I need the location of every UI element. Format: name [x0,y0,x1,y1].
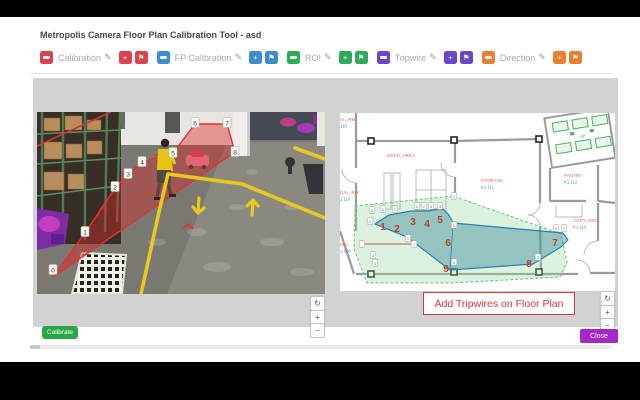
svg-text:6: 6 [445,238,451,249]
scrollbar-thumb[interactable] [30,345,40,349]
svg-text:COPY AREA: COPY AREA [573,218,600,223]
floorplan-panel[interactable]: UP OPEN_AREA STORAGE K1.111 PANTRY K1.112 COP… [340,113,615,291]
roi-label: ROI [305,53,321,63]
close-button[interactable]: Close [580,329,618,343]
fp-calibration-pin-button[interactable]: ⚑ [265,51,278,64]
svg-text:K1.111: K1.111 [481,185,495,190]
direction-visibility-icon[interactable] [482,51,495,64]
direction-add-button[interactable]: + [553,51,566,64]
svg-text:1: 1 [83,230,87,237]
toolbar-divider [30,73,612,74]
svg-text:0: 0 [51,268,55,275]
svg-text:3: 3 [410,217,416,228]
toolbar-group-direction: Direction ✎ + ⚑ [482,51,582,64]
roi-add-button[interactable]: + [339,51,352,64]
fp-calibration-visibility-icon[interactable] [157,51,170,64]
plan-reset-view-button[interactable]: ↻ [600,291,615,306]
toolbar-group-roi: ROI ✎ + ⚑ [287,51,368,64]
svg-text:PANTRY: PANTRY [564,173,582,178]
plan-stair-room: UP [544,113,615,168]
bottom-black-bar [0,362,640,400]
svg-text:8: 8 [233,150,237,157]
eye-icon [290,56,297,59]
calibration-label: Calibration [58,53,101,63]
svg-text:AL_RM: AL_RM [340,117,356,122]
roi-visibility-icon[interactable] [287,51,300,64]
direction-edit-pencil-icon[interactable]: ✎ [538,52,546,63]
tripwire-add-button[interactable]: + [444,51,457,64]
svg-text:1.110: 1.110 [340,197,351,202]
app-window: Metropolis Camera Floor Plan Calibration… [0,0,640,400]
fp-calibration-edit-pencil-icon[interactable]: ✎ [234,52,242,63]
svg-text:OPEN_AREA: OPEN_AREA [387,153,415,158]
svg-text:NEL: NEL [340,242,349,247]
roi-edit-pencil-icon[interactable]: ✎ [324,52,332,63]
calibration-visibility-icon[interactable] [40,51,53,64]
eye-icon [160,56,167,59]
svg-text:7: 7 [225,121,229,128]
calibration-pin-button[interactable]: ⚑ [135,51,148,64]
svg-text:K1.113: K1.113 [573,225,587,230]
stairs-up-label: UP [579,133,586,139]
svg-text:9: 9 [443,264,449,275]
camera-view[interactable]: 0 1 2 3 4 5 6 7 8 [37,112,325,294]
svg-text:K1.112: K1.112 [564,180,578,185]
svg-text:1: 1 [380,222,386,233]
camera-reset-view-button[interactable]: ↻ [310,296,325,311]
calibration-edit-pencil-icon[interactable]: ✎ [104,52,112,63]
page-title: Metropolis Camera Floor Plan Calibration… [40,30,261,40]
camera-zoom-out-button[interactable]: − [310,323,325,338]
camera-panel[interactable]: 0 1 2 3 4 5 6 7 8 [37,112,325,294]
top-black-bar [0,0,640,17]
svg-text:5: 5 [171,151,175,158]
svg-text:1.108: 1.108 [340,249,351,254]
svg-text:8: 8 [526,259,532,270]
tripwire-edit-pencil-icon[interactable]: ✎ [429,52,437,63]
fp-calibration-label: FP Calibration [175,53,232,63]
svg-text:4: 4 [424,219,430,230]
add-tripwires-banner: Add Tripwires on Floor Plan [423,292,575,315]
eye-icon [43,56,50,59]
svg-text:7: 7 [552,238,558,249]
tripwire-pin-button[interactable]: ⚑ [460,51,473,64]
svg-text:4: 4 [140,160,144,167]
toolbar-group-fp-calibration: FP Calibration ✎ + ⚑ [157,51,278,64]
toolbar: Calibration ✎ + ⚑ FP Calibration ✎ + ⚑ R… [40,51,591,64]
roi-pin-button[interactable]: ⚑ [355,51,368,64]
tripwire-label: Tripwire [395,53,427,63]
horizontal-scrollbar[interactable] [30,345,612,349]
beanbag [297,123,315,133]
svg-text:3: 3 [126,172,130,179]
tripwire-visibility-icon[interactable] [377,51,390,64]
doorway-center [165,112,180,133]
svg-text:2: 2 [394,224,400,235]
svg-text:5: 5 [437,215,443,226]
calibration-add-button[interactable]: + [119,51,132,64]
toolbar-group-calibration: Calibration ✎ + ⚑ [40,51,148,64]
beanbag [280,118,296,127]
calibrate-button[interactable]: Calibrate [42,326,78,339]
eye-icon [485,56,492,59]
direction-label: Direction [500,53,536,63]
svg-text:110: 110 [340,124,347,129]
eye-icon [380,56,387,59]
svg-text:STORAGE: STORAGE [481,178,503,183]
svg-text:2: 2 [113,185,117,192]
direction-pin-button[interactable]: ⚑ [569,51,582,64]
svg-text:6: 6 [193,121,197,128]
toolbar-group-tripwire: Tripwire ✎ + ⚑ [377,51,473,64]
svg-text:CAL_RM: CAL_RM [340,190,359,195]
fp-calibration-add-button[interactable]: + [249,51,262,64]
floorplan-view[interactable]: UP OPEN_AREA STORAGE K1.111 PANTRY K1.112 COP… [340,113,615,291]
